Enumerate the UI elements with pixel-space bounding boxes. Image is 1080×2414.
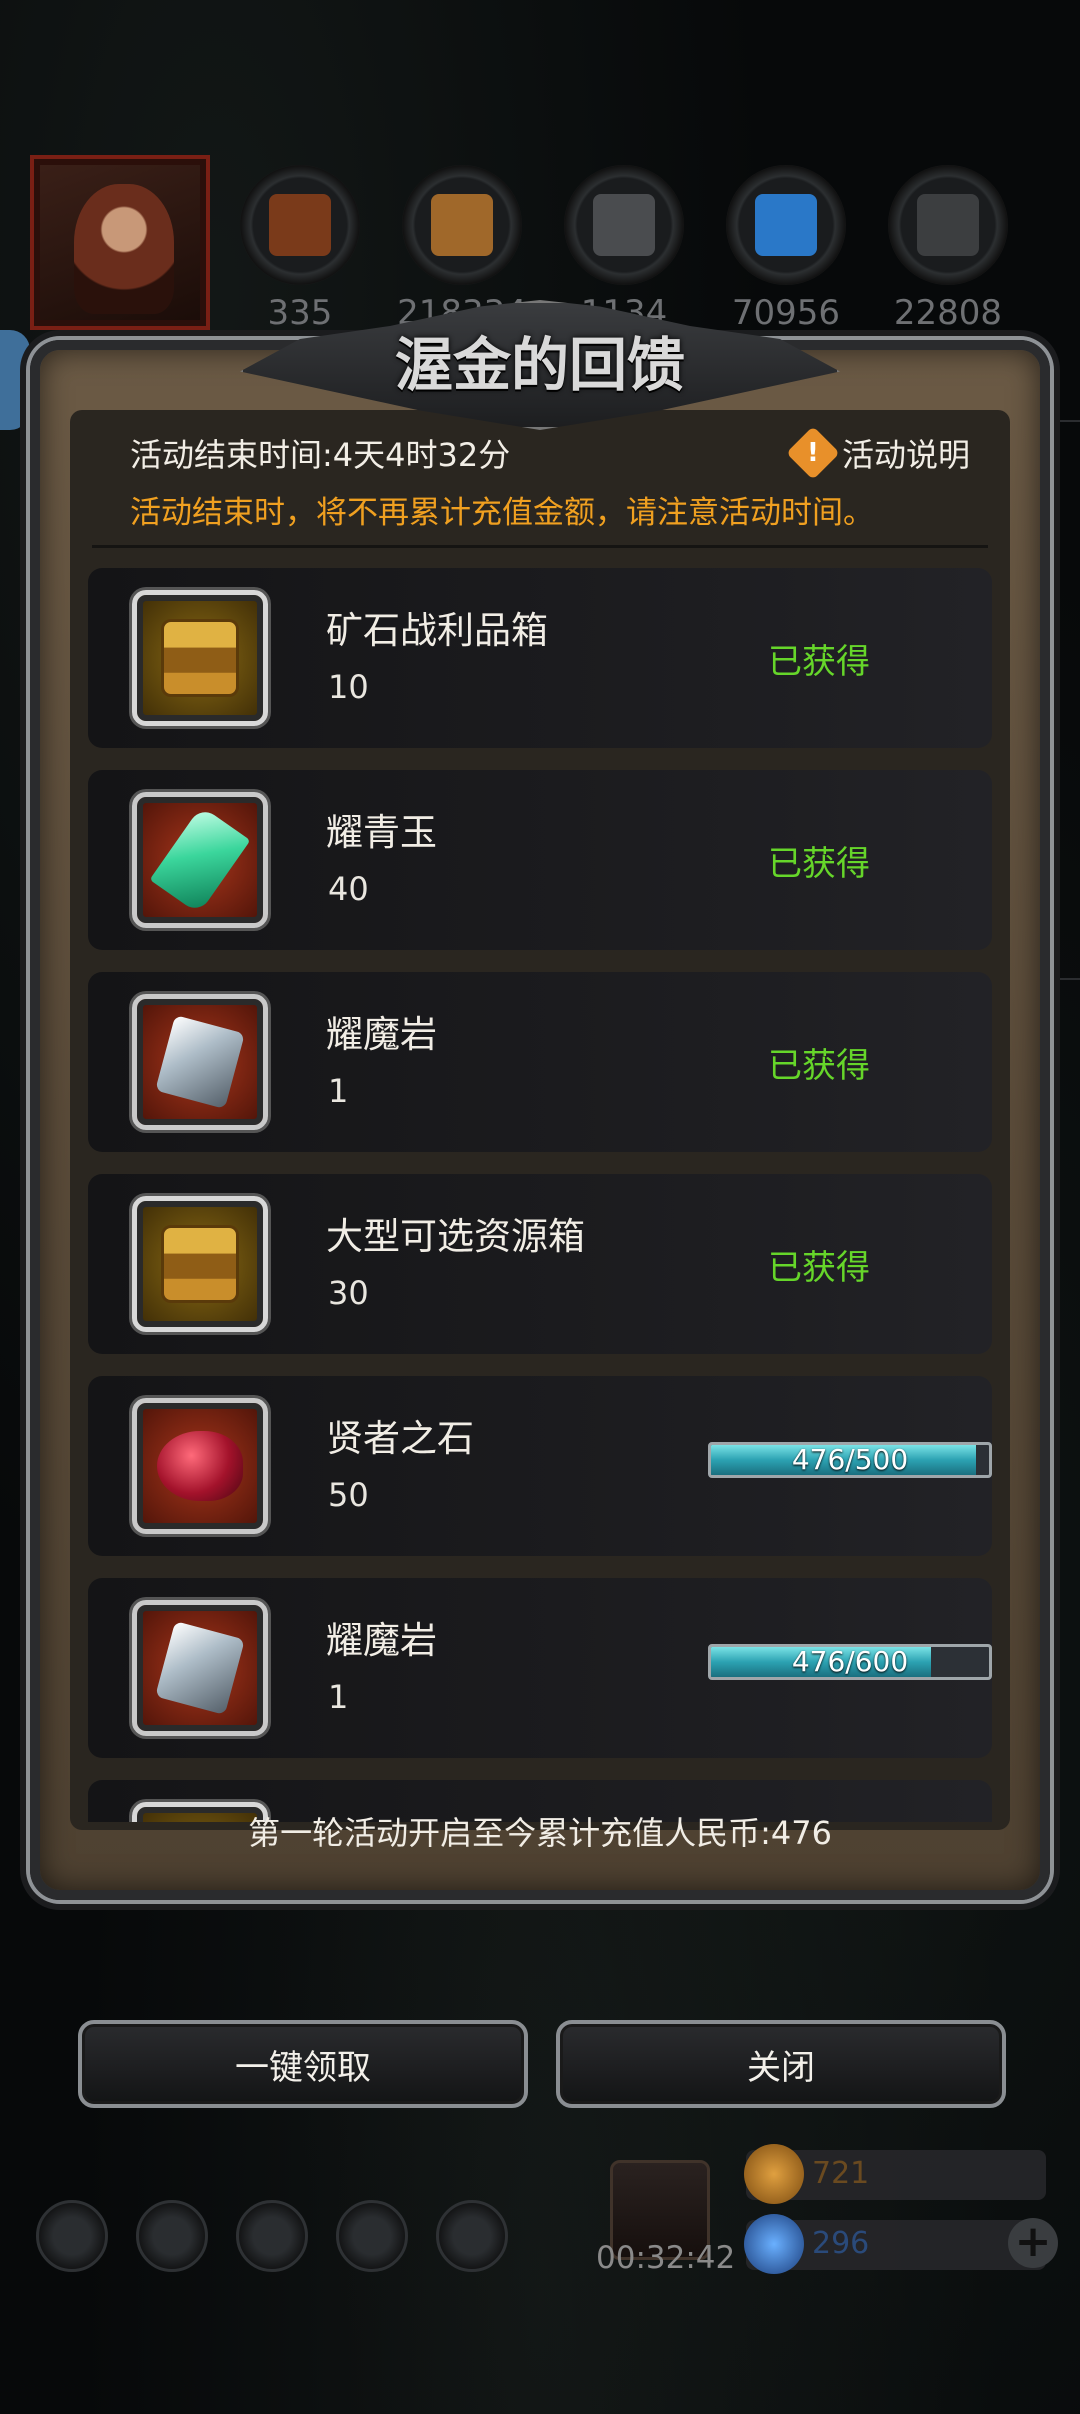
divider	[92, 545, 988, 548]
map-icon[interactable]	[436, 2200, 508, 2272]
item-quantity: 30	[328, 1274, 369, 1312]
item-slot[interactable]	[132, 1398, 268, 1534]
gift-timer: 00:32:42	[596, 2240, 736, 2276]
ruby-stone-icon	[157, 1431, 243, 1501]
achievement-icon[interactable]	[136, 2200, 208, 2272]
claim-all-button[interactable]: 一键领取	[78, 2020, 528, 2108]
settings-icon[interactable]	[36, 2200, 108, 2272]
close-button[interactable]: 关闭	[556, 2020, 1006, 2108]
resource-slot[interactable]: 335	[240, 165, 360, 333]
gold-currency[interactable]: 721	[744, 2144, 1046, 2204]
gold-value: 721	[812, 2156, 870, 2191]
diamond-currency[interactable]: 296	[744, 2214, 1046, 2274]
iron-resource-icon	[917, 194, 979, 256]
item-quantity: 40	[328, 870, 369, 908]
item-slot[interactable]	[132, 590, 268, 726]
event-end-time: 活动结束时间:4天4时32分	[130, 436, 511, 474]
progress-text: 476/600	[791, 1645, 909, 1678]
item-name: 大型可选资源箱	[326, 1215, 585, 1258]
received-status: 已获得	[768, 1046, 870, 1086]
item-name: 耀魔岩	[326, 1013, 437, 1056]
avatar-portrait	[74, 184, 174, 314]
add-currency-icon[interactable]: +	[1008, 2218, 1058, 2268]
gold-coin-icon	[744, 2144, 804, 2204]
plank-resource-icon	[431, 194, 493, 256]
diamond-icon	[744, 2214, 804, 2274]
reward-row: 耀魔岩 1 已获得	[88, 972, 992, 1152]
progress-text: 476/500	[791, 1443, 909, 1476]
item-slot[interactable]	[132, 792, 268, 928]
chest-icon	[161, 619, 239, 697]
reward-row: 大型可选资源箱 30 已获得	[88, 1174, 992, 1354]
resource-slot[interactable]: 22808	[888, 165, 1008, 333]
alliance-icon[interactable]	[236, 2200, 308, 2272]
resource-slot[interactable]: 218334	[397, 165, 527, 333]
event-info-row: 活动结束时间:4天4时32分 ! 活动说明	[130, 426, 970, 490]
jade-icon	[149, 805, 251, 915]
received-status: 已获得	[768, 1248, 870, 1288]
event-explain-link[interactable]: ! 活动说明	[786, 426, 970, 480]
reward-row: 耀青玉 40 已获得	[88, 770, 992, 950]
reward-row: 贤者之石 50 476/500	[88, 1376, 992, 1556]
recharge-progress-bar: 476/600	[708, 1644, 992, 1680]
recharge-progress-bar: 476/500	[708, 1442, 992, 1478]
chest-icon	[161, 1225, 239, 1303]
mail-icon[interactable]	[336, 2200, 408, 2272]
item-quantity: 1	[328, 1072, 349, 1110]
resource-slot[interactable]: 1134	[564, 165, 684, 333]
steel-resource-icon	[593, 194, 655, 256]
item-name: 耀魔岩	[326, 1619, 437, 1662]
total-recharge-text: 第一轮活动开启至今累计充值人民币:476	[248, 1814, 832, 1852]
side-map-tab[interactable]	[0, 330, 30, 430]
magic-rock-icon	[155, 1621, 245, 1715]
recharge-reward-dialog: 渥金的回馈 活动结束时间:4天4时32分 ! 活动说明 活动结束时，将不再累计充…	[30, 300, 1050, 1940]
magic-rock-icon	[155, 1015, 245, 1109]
item-name: 贤者之石	[326, 1417, 474, 1460]
reward-row: 耀魔岩 1 476/600	[88, 1578, 992, 1758]
side-menu-edge	[1045, 420, 1080, 980]
dialog-title: 渥金的回馈	[394, 331, 685, 399]
item-name: 耀青玉	[326, 811, 437, 854]
crystal-resource-icon	[755, 194, 817, 256]
reward-list[interactable]: 矿石战利品箱 10 已获得 耀青玉 40 已获得 耀魔岩 1 已获得 大型可选资…	[88, 568, 992, 1822]
item-slot[interactable]	[132, 994, 268, 1130]
item-slot[interactable]	[132, 1196, 268, 1332]
diamond-value: 296	[812, 2226, 870, 2261]
item-name: 矿石战利品箱	[326, 609, 548, 652]
reward-row: 矿石战利品箱 10 已获得	[88, 568, 992, 748]
item-quantity: 1	[328, 1678, 349, 1716]
item-quantity: 50	[328, 1476, 369, 1514]
event-notice: 活动结束时，将不再累计充值金额，请注意活动时间。	[130, 495, 874, 531]
warning-icon: !	[786, 426, 840, 480]
item-slot[interactable]	[132, 1600, 268, 1736]
received-status: 已获得	[768, 642, 870, 682]
item-quantity: 10	[328, 668, 369, 706]
event-explain-label: 活动说明	[841, 436, 970, 474]
resource-slot[interactable]: 70956	[726, 165, 846, 333]
received-status: 已获得	[768, 844, 870, 884]
wood-resource-icon	[269, 194, 331, 256]
